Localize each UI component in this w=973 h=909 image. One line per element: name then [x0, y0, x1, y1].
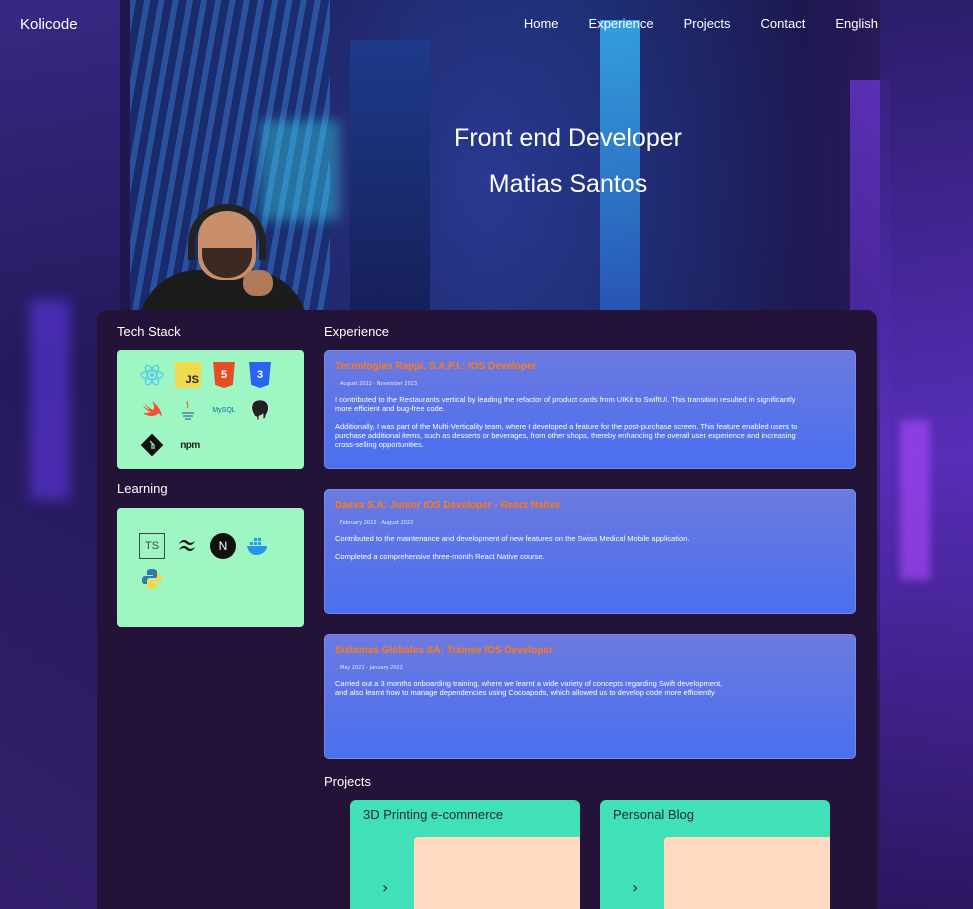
navbar: Kolicode Home Experience Projects Contac… — [0, 0, 973, 50]
experience-date: August 2022 - November 2023 — [340, 381, 418, 387]
python-icon — [139, 566, 165, 592]
experience-title: Daeva S.A: Junior IOS Developer - React … — [335, 500, 561, 511]
chevron-right-icon[interactable]: › — [632, 878, 638, 897]
experience-title: Tecnologias Rappi, S.A.P.I.: IOS Develop… — [335, 361, 537, 372]
chevron-right-icon[interactable]: › — [382, 878, 388, 897]
neon-light — [30, 300, 70, 500]
typescript-icon: TS — [139, 533, 165, 559]
experience-card: Daeva S.A: Junior IOS Developer - React … — [324, 489, 856, 614]
experience-paragraph: I contributed to the Restaurants vertica… — [335, 395, 796, 413]
experience-description: I contributed to the Restaurants vertica… — [335, 395, 805, 458]
postgresql-icon — [247, 397, 273, 423]
brand-logo[interactable]: Kolicode — [20, 16, 78, 33]
projects-heading: Projects — [324, 774, 371, 789]
docker-icon — [245, 533, 271, 559]
experience-card: Sistemas Globales SA: Trainee IOS Develo… — [324, 634, 856, 759]
tech-stack-heading: Tech Stack — [117, 324, 181, 339]
avatar — [128, 200, 308, 312]
experience-paragraph: Additionally, I was part of the Multi-Ve… — [335, 422, 798, 449]
experience-title: Sistemas Globales SA: Trainee IOS Develo… — [335, 645, 553, 656]
experience-date: May 2021 - January 2022 — [340, 665, 403, 671]
headset-icon — [188, 204, 266, 260]
experience-paragraph: Contributed to the maintenance and devel… — [335, 534, 690, 543]
project-title: 3D Printing e-commerce — [363, 807, 504, 822]
building-spire — [600, 20, 640, 310]
experience-description: Contributed to the maintenance and devel… — [335, 534, 735, 570]
nav-link-contact[interactable]: Contact — [761, 16, 806, 31]
learning-heading: Learning — [117, 481, 168, 496]
nav-link-experience[interactable]: Experience — [589, 16, 654, 31]
experience-paragraph: Completed a comprehensive three-month Re… — [335, 552, 545, 561]
language-selector[interactable]: English — [835, 16, 878, 31]
swift-icon — [139, 397, 165, 423]
nextjs-icon: N — [210, 533, 236, 559]
mysql-icon: MySQL — [212, 406, 236, 414]
experience-paragraph: Carried out a 3 months onboarding traini… — [335, 679, 723, 697]
nav-link-home[interactable]: Home — [524, 16, 559, 31]
css3-icon: 3 — [249, 362, 271, 388]
tech-stack-box: JS 5 3 MySQL npm — [117, 350, 304, 469]
html5-icon: 5 — [213, 362, 235, 388]
project-title: Personal Blog — [613, 807, 694, 822]
neon-light — [900, 420, 930, 580]
learning-box: TS N — [117, 508, 304, 627]
nav-link-projects[interactable]: Projects — [684, 16, 731, 31]
project-card[interactable]: Personal Blog › — [600, 800, 830, 909]
npm-icon: npm — [180, 439, 200, 451]
react-icon — [139, 362, 165, 388]
tailwind-icon — [175, 533, 201, 559]
hero-name: Matias Santos — [488, 170, 648, 198]
hero-role: Front end Developer — [454, 124, 682, 152]
experience-heading: Experience — [324, 324, 390, 339]
project-card[interactable]: 3D Printing e-commerce › — [350, 800, 580, 909]
experience-card: Tecnologias Rappi, S.A.P.I.: IOS Develop… — [324, 350, 856, 469]
nav-links: Home Experience Projects Contact English — [524, 16, 878, 31]
experience-date: February 2022 - August 2022 — [340, 520, 414, 526]
project-image — [414, 837, 580, 909]
experience-description: Carried out a 3 months onboarding traini… — [335, 679, 735, 706]
git-icon — [139, 432, 165, 458]
project-image — [664, 837, 830, 909]
java-icon — [175, 397, 201, 423]
javascript-icon: JS — [175, 362, 201, 388]
